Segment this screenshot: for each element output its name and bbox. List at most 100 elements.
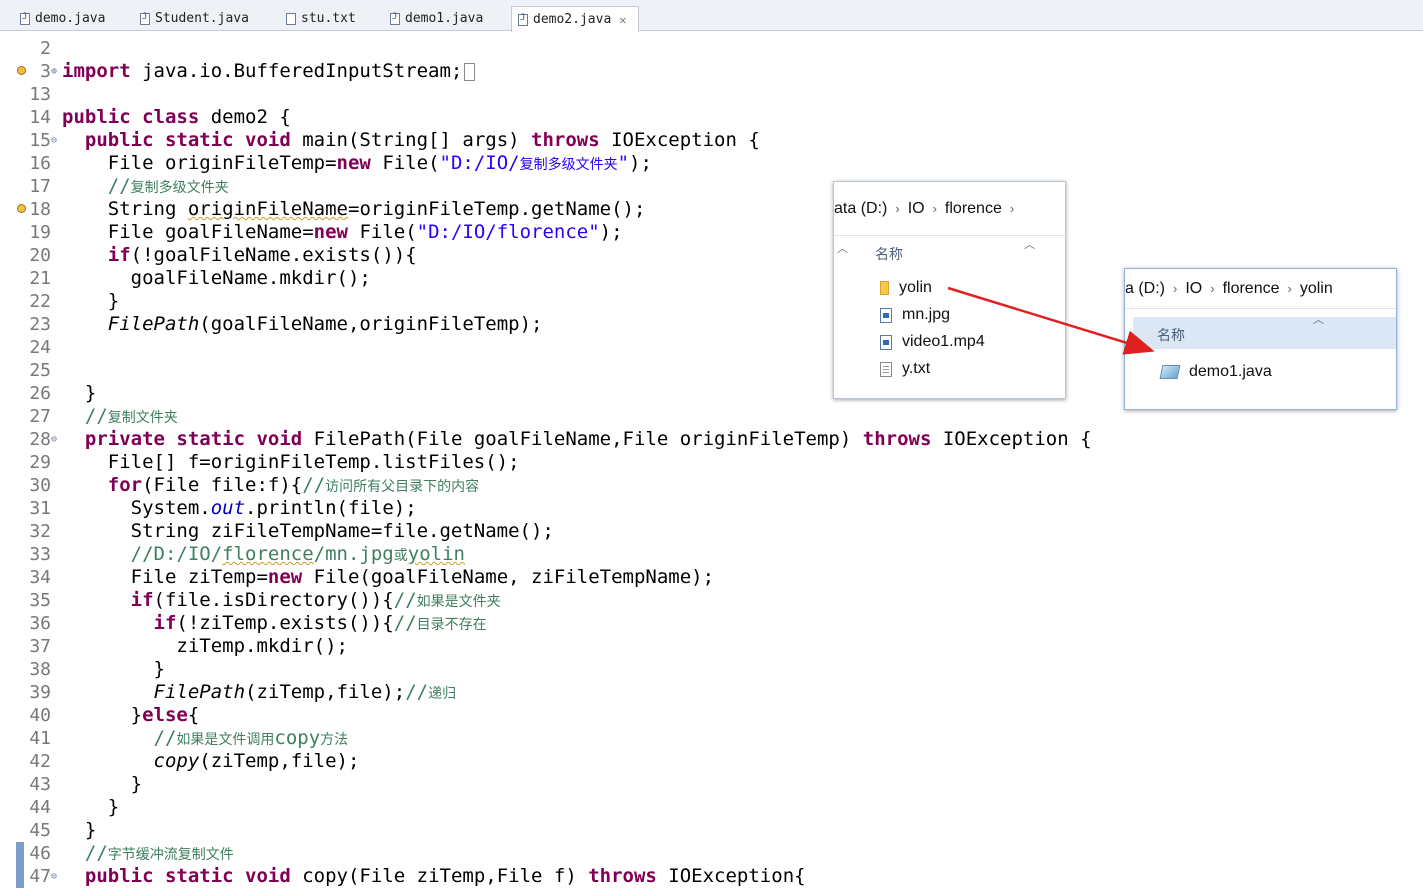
code-line[interactable]: 33 //D:/IO/florence/mn.jpg或yolin xyxy=(0,543,1423,566)
code-text: }else{ xyxy=(62,704,200,726)
code-line[interactable]: 36 if(!ziTemp.exists()){//目录不存在 xyxy=(0,612,1423,635)
code-line[interactable]: 40 }else{ xyxy=(0,704,1423,727)
code-line[interactable]: 46 //字节缓冲流复制文件 xyxy=(0,842,1423,865)
breadcrumb-yolin[interactable]: yolin xyxy=(1300,280,1333,298)
line-number: 13 xyxy=(29,84,51,105)
breadcrumb-drive[interactable]: ata (D:) xyxy=(834,200,887,218)
code-line[interactable]: 41 //如果是文件调用copy方法 xyxy=(0,727,1423,750)
tab-demo2-java[interactable]: demo2.java ✕ xyxy=(511,6,639,32)
list-item-video1-mp4[interactable]: video1.mp4 xyxy=(880,333,985,351)
code-text: public class demo2 { xyxy=(62,106,291,128)
code-text: copy(ziTemp,file); xyxy=(153,750,360,772)
line-number: 15 xyxy=(29,130,51,151)
java-file-icon xyxy=(140,12,150,25)
tab-stu-txt[interactable]: stu.txt xyxy=(280,6,380,31)
code-line[interactable]: 3 ⊕ import java.io.BufferedInputStream; xyxy=(0,60,1423,83)
line-number: 40 xyxy=(29,705,51,726)
list-item-demo1-java[interactable]: demo1.java xyxy=(1159,363,1272,381)
column-header-name[interactable]: 名称 ︿ xyxy=(834,239,1065,274)
code-line[interactable]: 19 File goalFileName=new File("D:/IO/flo… xyxy=(0,221,1423,244)
code-text: if(file.isDirectory()){//如果是文件夹 xyxy=(130,589,501,611)
code-text: if(!ziTemp.exists()){//目录不存在 xyxy=(153,612,487,634)
chevron-right-icon: › xyxy=(1009,201,1015,216)
breadcrumb-florence[interactable]: florence xyxy=(1223,280,1280,298)
code-line[interactable]: 20 if(!goalFileName.exists()){ xyxy=(0,244,1423,267)
list-item-yolin[interactable]: yolin xyxy=(880,279,932,297)
code-line[interactable]: 14 public class demo2 { xyxy=(0,106,1423,129)
code-line[interactable]: 31 System.out.println(file); xyxy=(0,497,1423,520)
code-text: FilePath(goalFileName,originFileTemp); xyxy=(107,313,543,335)
breadcrumb-io[interactable]: IO xyxy=(1185,280,1202,298)
close-icon[interactable]: ✕ xyxy=(619,13,626,27)
code-line[interactable]: 16 File originFileTemp=new File("D:/IO/复… xyxy=(0,152,1423,175)
code-line[interactable]: 15 ⊖ public static void main(String[] arg… xyxy=(0,129,1423,152)
code-text: } xyxy=(62,773,143,795)
code-text: System.out.println(file); xyxy=(62,497,417,519)
tab-demo1-java[interactable]: demo1.java xyxy=(384,6,508,31)
code-line[interactable]: 13 xyxy=(0,83,1423,106)
code-line[interactable]: 17 //复制多级文件夹 xyxy=(0,175,1423,198)
line-number: 39 xyxy=(29,682,51,703)
code-line[interactable]: 42 copy(ziTemp,file); xyxy=(0,750,1423,773)
code-text: public static void copy(File ziTemp,File… xyxy=(84,865,806,887)
code-line[interactable]: 34 File ziTemp=new File(goalFileName, zi… xyxy=(0,566,1423,589)
line-number: 24 xyxy=(29,337,51,358)
code-line[interactable]: 45 } xyxy=(0,819,1423,842)
fold-toggle-icon[interactable]: ⊖ xyxy=(51,428,57,451)
line-number: 16 xyxy=(29,153,51,174)
code-line[interactable]: 28 ⊖ private static void FilePath(File go… xyxy=(0,428,1423,451)
line-number: 18 xyxy=(29,199,51,220)
tab-student-java[interactable]: Student.java xyxy=(134,6,276,31)
java-file-icon xyxy=(1159,365,1181,379)
breadcrumb-drive[interactable]: a (D:) xyxy=(1125,280,1165,298)
code-line[interactable]: 43 } xyxy=(0,773,1423,796)
editor-tab-bar: demo.java Student.java stu.txt demo1.jav… xyxy=(0,0,1423,32)
line-number: 31 xyxy=(29,498,51,519)
code-line[interactable]: 29 File[] f=originFileTemp.listFiles(); xyxy=(0,451,1423,474)
line-number: 20 xyxy=(29,245,51,266)
line-number: 14 xyxy=(29,107,51,128)
line-number: 2 xyxy=(40,38,51,59)
code-line[interactable]: 30 for(File file:f){//访问所有父目录下的内容 xyxy=(0,474,1423,497)
line-number: 37 xyxy=(29,636,51,657)
text-file-icon xyxy=(880,361,892,377)
list-item-mn-jpg[interactable]: mn.jpg xyxy=(880,306,950,324)
code-line[interactable]: 32 String ziFileTempName=file.getName(); xyxy=(0,520,1423,543)
column-header-name[interactable]: 名称 ︿ xyxy=(1133,314,1396,349)
code-text: } xyxy=(62,796,120,818)
fold-toggle-icon[interactable]: ⊖ xyxy=(51,865,57,888)
code-line[interactable]: 47 ⊖ public static void copy(File ziTemp,… xyxy=(0,865,1423,888)
fold-toggle-icon[interactable]: ⊕ xyxy=(51,60,57,83)
sort-up-icon: ︿ xyxy=(1024,239,1035,251)
java-file-icon xyxy=(20,12,30,25)
code-line[interactable]: 35 if(file.isDirectory()){//如果是文件夹 xyxy=(0,589,1423,612)
list-item-y-txt[interactable]: y.txt xyxy=(880,360,930,378)
breadcrumb-florence[interactable]: florence xyxy=(945,200,1002,218)
chevron-right-icon: › xyxy=(932,201,937,216)
fold-toggle-icon[interactable]: ⊖ xyxy=(51,129,57,152)
code-text: File originFileTemp=new File("D:/IO/复制多级… xyxy=(62,152,652,174)
code-line[interactable]: 2 xyxy=(0,37,1423,60)
collapsed-imports-icon[interactable] xyxy=(464,62,476,81)
line-number: 30 xyxy=(29,475,51,496)
breadcrumb-io[interactable]: IO xyxy=(908,200,925,218)
tab-demo-java[interactable]: demo.java xyxy=(14,6,132,31)
explorer-window-yolin: a (D:) › IO › florence › yolin 名称 ︿ demo… xyxy=(1124,268,1397,410)
code-line[interactable]: 44 } xyxy=(0,796,1423,819)
code-line[interactable]: 39 FilePath(ziTemp,file);//递归 xyxy=(0,681,1423,704)
java-file-icon xyxy=(390,12,400,25)
line-number: 25 xyxy=(29,360,51,381)
code-line[interactable]: 18 String originFileName=originFileTemp.… xyxy=(0,198,1423,221)
line-number: 17 xyxy=(29,176,51,197)
code-line[interactable]: 38 } xyxy=(0,658,1423,681)
line-number: 29 xyxy=(29,452,51,473)
line-number: 33 xyxy=(29,544,51,565)
line-number: 42 xyxy=(29,751,51,772)
explorer-window-florence: ata (D:) › IO › florence › ︿ 名称 ︿ yolin … xyxy=(833,181,1066,399)
code-line[interactable]: 37 ziTemp.mkdir(); xyxy=(0,635,1423,658)
code-text: File goalFileName=new File("D:/IO/floren… xyxy=(62,221,623,243)
code-text: //复制文件夹 xyxy=(84,405,178,427)
image-file-icon xyxy=(880,307,892,323)
line-number: 35 xyxy=(29,590,51,611)
line-number: 41 xyxy=(29,728,51,749)
